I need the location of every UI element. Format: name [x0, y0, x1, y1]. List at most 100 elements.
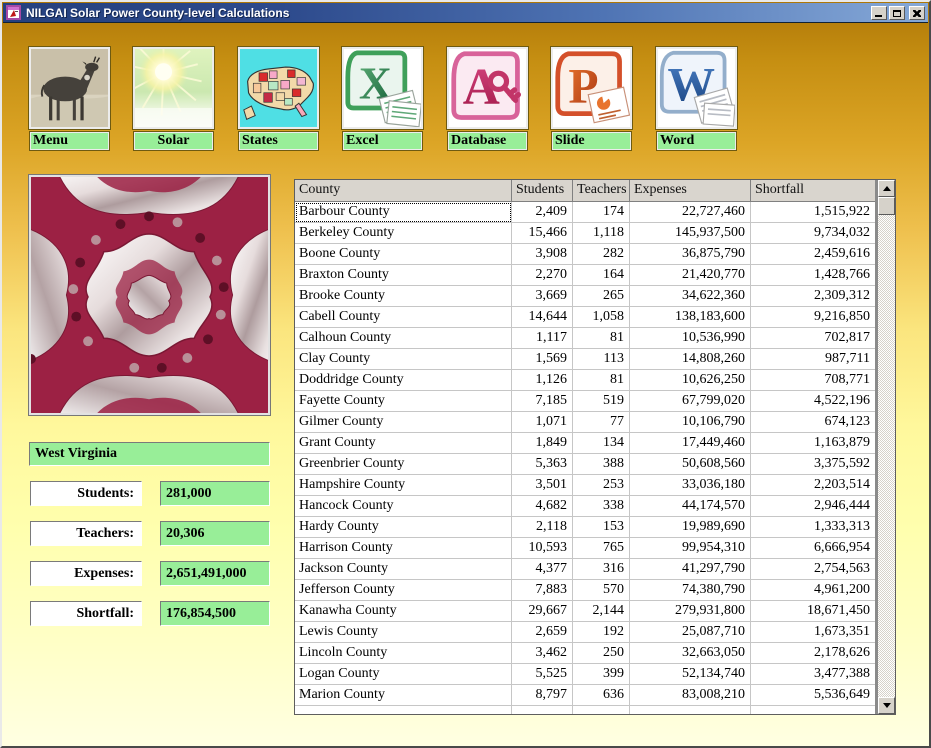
value-cell[interactable]: 9,734,032: [751, 223, 875, 244]
value-cell[interactable]: 36,875,790: [630, 244, 751, 265]
value-cell[interactable]: 17,449,460: [630, 433, 751, 454]
maximize-button[interactable]: [889, 6, 905, 20]
table-row[interactable]: Braxton County2,27016421,420,7701,428,76…: [295, 265, 875, 286]
value-cell[interactable]: 2,144: [573, 601, 630, 622]
value-cell[interactable]: 99,954,310: [630, 538, 751, 559]
table-row[interactable]: Brooke County3,66926534,622,3602,309,312: [295, 286, 875, 307]
value-cell[interactable]: 19,989,690: [630, 517, 751, 538]
value-cell[interactable]: 253: [573, 475, 630, 496]
value-cell[interactable]: 1,333,313: [751, 517, 875, 538]
county-cell[interactable]: Braxton County: [295, 265, 512, 286]
value-cell[interactable]: 4,961,200: [751, 580, 875, 601]
value-cell[interactable]: 4,377: [512, 559, 573, 580]
table-row[interactable]: Calhoun County1,1178110,536,990702,817: [295, 328, 875, 349]
county-cell[interactable]: Jackson County: [295, 559, 512, 580]
scroll-up-button[interactable]: [878, 180, 895, 197]
table-row[interactable]: Lewis County2,65919225,087,7101,673,351: [295, 622, 875, 643]
county-cell[interactable]: Jefferson County: [295, 580, 512, 601]
value-cell[interactable]: 50,608,560: [630, 454, 751, 475]
value-cell[interactable]: 250: [573, 643, 630, 664]
county-cell[interactable]: Fayette County: [295, 391, 512, 412]
value-cell[interactable]: 1,569: [512, 349, 573, 370]
value-cell[interactable]: 399: [573, 664, 630, 685]
value-cell[interactable]: 10,106,790: [630, 412, 751, 433]
value-cell[interactable]: 2,203,514: [751, 475, 875, 496]
value-cell[interactable]: 14,644: [512, 307, 573, 328]
value-cell[interactable]: 9,216,850: [751, 307, 875, 328]
value-cell[interactable]: 2,409: [512, 202, 573, 223]
county-cell[interactable]: Brooke County: [295, 286, 512, 307]
value-cell[interactable]: 5,536,649: [751, 685, 875, 706]
value-cell[interactable]: 1,058: [573, 307, 630, 328]
value-cell[interactable]: 74,380,790: [630, 580, 751, 601]
solar-button[interactable]: Solar: [133, 47, 214, 151]
title-bar[interactable]: NILGAI Solar Power County-level Calculat…: [3, 3, 928, 23]
table-row[interactable]: Marion County8,79763683,008,2105,536,649: [295, 685, 875, 706]
table-row[interactable]: Barbour County2,40917422,727,4601,515,92…: [295, 202, 875, 223]
database-button[interactable]: A Database: [447, 47, 528, 151]
value-cell[interactable]: 279,931,800: [630, 601, 751, 622]
slide-button[interactable]: P Slide: [551, 47, 632, 151]
table-row[interactable]: Doddridge County1,1268110,626,250708,771: [295, 370, 875, 391]
value-cell[interactable]: 138,183,600: [630, 307, 751, 328]
table-row[interactable]: Hardy County2,11815319,989,6901,333,313: [295, 517, 875, 538]
value-cell[interactable]: 18,671,450: [751, 601, 875, 622]
county-cell[interactable]: Hancock County: [295, 496, 512, 517]
value-cell[interactable]: 1,126: [512, 370, 573, 391]
value-cell[interactable]: 2,754,563: [751, 559, 875, 580]
value-cell[interactable]: 3,908: [512, 244, 573, 265]
table-row[interactable]: Greenbrier County5,36338850,608,5603,375…: [295, 454, 875, 475]
value-cell[interactable]: 134: [573, 433, 630, 454]
value-cell[interactable]: 708,771: [751, 370, 875, 391]
value-cell[interactable]: 570: [573, 580, 630, 601]
county-cell[interactable]: Logan County: [295, 664, 512, 685]
table-row[interactable]: Jackson County4,37731641,297,7902,754,56…: [295, 559, 875, 580]
menu-button[interactable]: Menu: [29, 47, 110, 151]
table-row[interactable]: Berkeley County15,4661,118145,937,5009,7…: [295, 223, 875, 244]
value-cell[interactable]: 25,087,710: [630, 622, 751, 643]
value-cell[interactable]: 113: [573, 349, 630, 370]
value-cell[interactable]: 21,420,770: [630, 265, 751, 286]
value-cell[interactable]: 1,673,351: [751, 622, 875, 643]
value-cell[interactable]: 316: [573, 559, 630, 580]
scrollbar-thumb[interactable]: [878, 197, 895, 215]
value-cell[interactable]: 2,459,616: [751, 244, 875, 265]
value-cell[interactable]: 2,270: [512, 265, 573, 286]
value-cell[interactable]: 2,118: [512, 517, 573, 538]
value-cell[interactable]: 674,123: [751, 412, 875, 433]
value-cell[interactable]: 1,163,879: [751, 433, 875, 454]
value-cell[interactable]: 702,817: [751, 328, 875, 349]
county-cell[interactable]: Hardy County: [295, 517, 512, 538]
value-cell[interactable]: 10,626,250: [630, 370, 751, 391]
value-cell[interactable]: 1,118: [573, 223, 630, 244]
close-button[interactable]: [909, 6, 925, 20]
value-cell[interactable]: 7,883: [512, 580, 573, 601]
table-row[interactable]: Cabell County14,6441,058138,183,6009,216…: [295, 307, 875, 328]
table-row[interactable]: Hampshire County3,50125333,036,1802,203,…: [295, 475, 875, 496]
vertical-scrollbar[interactable]: [878, 180, 895, 714]
word-button[interactable]: W Word: [656, 47, 737, 151]
value-cell[interactable]: 77: [573, 412, 630, 433]
value-cell[interactable]: 8,797: [512, 685, 573, 706]
county-cell[interactable]: Harrison County: [295, 538, 512, 559]
value-cell[interactable]: 1,117: [512, 328, 573, 349]
value-cell[interactable]: 636: [573, 685, 630, 706]
value-cell[interactable]: 15,466: [512, 223, 573, 244]
value-cell[interactable]: 81: [573, 370, 630, 391]
value-cell[interactable]: 282: [573, 244, 630, 265]
scrollbar-track[interactable]: [878, 215, 895, 697]
value-cell[interactable]: 519: [573, 391, 630, 412]
table-row[interactable]: Clay County1,56911314,808,260987,711: [295, 349, 875, 370]
value-cell[interactable]: 67,799,020: [630, 391, 751, 412]
table-row[interactable]: Lincoln County3,46225032,663,0502,178,62…: [295, 643, 875, 664]
value-cell[interactable]: 3,501: [512, 475, 573, 496]
county-cell[interactable]: Greenbrier County: [295, 454, 512, 475]
value-cell[interactable]: 3,669: [512, 286, 573, 307]
value-cell[interactable]: 81: [573, 328, 630, 349]
value-cell[interactable]: 52,134,740: [630, 664, 751, 685]
excel-button[interactable]: X Excel: [342, 47, 423, 151]
county-cell[interactable]: Grant County: [295, 433, 512, 454]
county-cell[interactable]: Boone County: [295, 244, 512, 265]
value-cell[interactable]: 153: [573, 517, 630, 538]
value-cell[interactable]: 33,036,180: [630, 475, 751, 496]
